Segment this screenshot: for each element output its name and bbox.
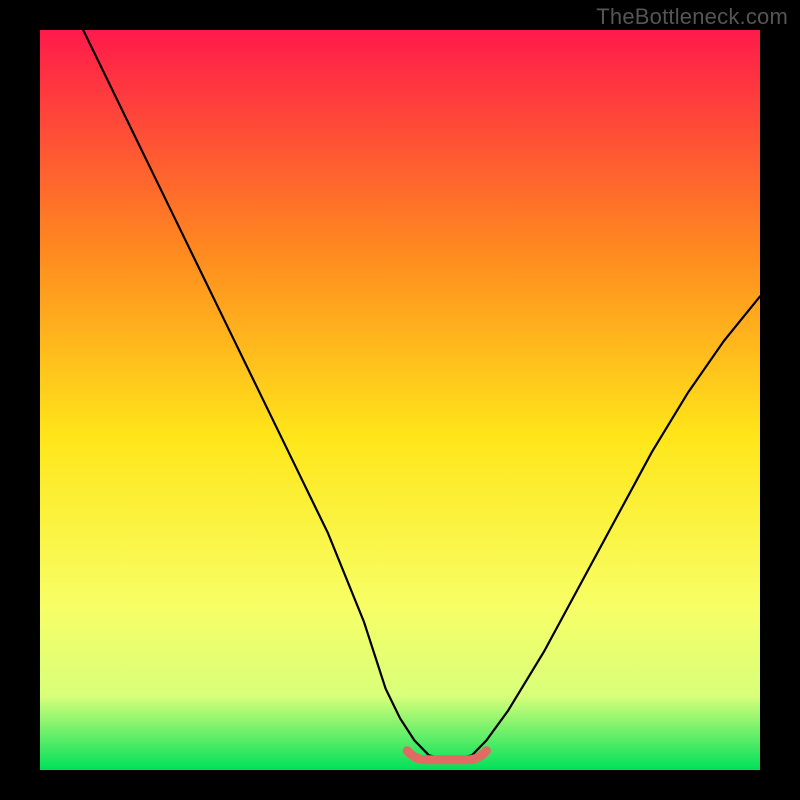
gradient-background: [40, 30, 760, 770]
watermark-text: TheBottleneck.com: [596, 4, 788, 30]
plot-area: [40, 30, 760, 770]
chart-frame: TheBottleneck.com: [0, 0, 800, 800]
bottleneck-chart: [40, 30, 760, 770]
